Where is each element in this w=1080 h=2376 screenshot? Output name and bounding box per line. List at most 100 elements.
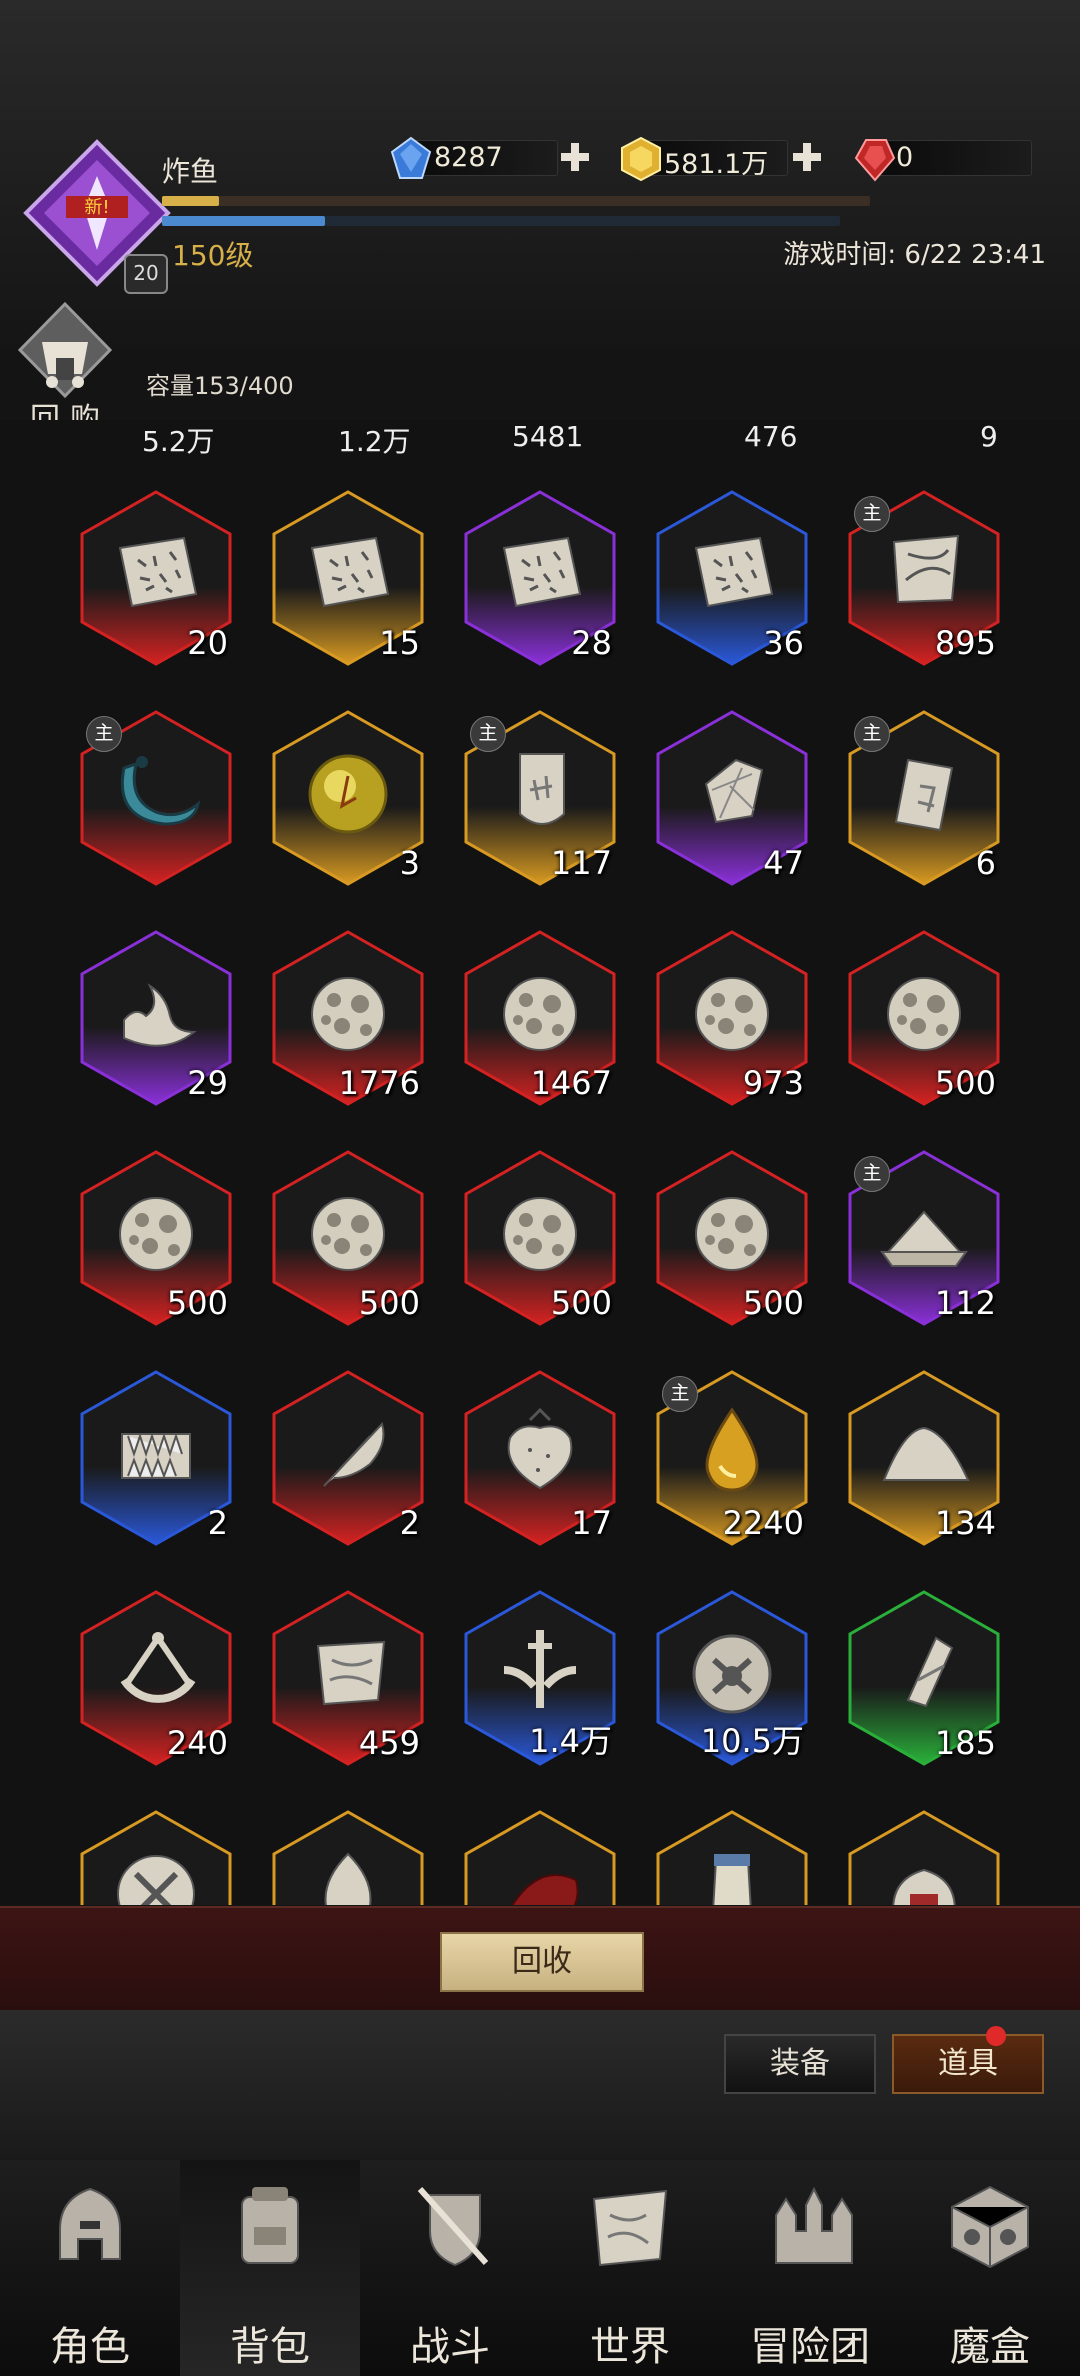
recycle-button[interactable]: 回收	[440, 1932, 644, 1992]
inventory-item[interactable]: 1467	[464, 930, 616, 1106]
inventory-item[interactable]: 15	[272, 490, 424, 666]
nav-label: 世界	[590, 2324, 670, 2370]
add-gold-button[interactable]	[790, 140, 824, 174]
inventory-item[interactable]: 10.5万	[656, 1590, 808, 1766]
inventory-item[interactable]	[464, 1810, 616, 1905]
backpack-icon	[241, 2187, 299, 2264]
item-count: 2	[399, 1504, 420, 1542]
add-blue-gem-button[interactable]	[558, 140, 592, 174]
item-count: 500	[742, 1284, 804, 1322]
inventory-item[interactable]: 185	[848, 1590, 1000, 1766]
item-count: 29	[187, 1064, 228, 1102]
shield-sword-icon	[417, 2187, 489, 2267]
nav-item-helmet[interactable]: 角色	[0, 2160, 180, 2376]
castle-icon	[775, 2186, 853, 2264]
magic-cube-icon	[951, 2185, 1029, 2269]
avatar-level-badge: 20	[124, 254, 168, 294]
inventory-item[interactable]: 47	[656, 710, 808, 886]
inventory-item[interactable]: 459	[272, 1590, 424, 1766]
experience-bar	[162, 196, 870, 206]
inventory-item[interactable]: 主 112	[848, 1150, 1000, 1326]
main-badge: 主	[854, 716, 890, 752]
item-count: 2	[207, 1504, 228, 1542]
gold-coin-icon	[621, 136, 661, 182]
nav-item-shield-sword[interactable]: 战斗	[360, 2160, 540, 2376]
game-time: 游戏时间: 6/22 23:41	[783, 240, 1046, 270]
partial-count: 476	[744, 420, 798, 453]
secondary-bar	[162, 216, 840, 226]
item-count: 17	[571, 1504, 612, 1542]
item-count: 500	[934, 1064, 996, 1102]
player-name: 炸鱼	[162, 155, 219, 188]
inventory-item[interactable]: 主 117	[464, 710, 616, 886]
new-badge: 新!	[84, 197, 109, 218]
capacity-text: 容量153/400	[146, 372, 294, 400]
tab-equipment[interactable]: 装备	[724, 2034, 876, 2094]
inventory-item[interactable]: 主 895	[848, 490, 1000, 666]
item-count: 185	[934, 1724, 996, 1762]
inventory-item[interactable]: 134	[848, 1370, 1000, 1546]
inventory-item[interactable]: 1776	[272, 930, 424, 1106]
currency-red-gem: 0	[852, 136, 1042, 182]
currency-blue-gem: 8287	[388, 136, 598, 180]
inventory-item[interactable]: 2	[272, 1370, 424, 1546]
inventory-item[interactable]: 500	[272, 1150, 424, 1326]
inventory-item[interactable]: 主6	[848, 710, 1000, 886]
main-badge: 主	[662, 1376, 698, 1412]
inventory-item[interactable]: 500	[656, 1150, 808, 1326]
item-count: 134	[934, 1504, 996, 1542]
item-count: 895	[934, 624, 996, 662]
red-cloth-icon	[511, 1874, 579, 1905]
main-badge: 主	[854, 1156, 890, 1192]
inventory-item[interactable]: 500	[464, 1150, 616, 1326]
item-count: 459	[358, 1724, 420, 1762]
nav-item-backpack[interactable]: 背包	[180, 2160, 360, 2376]
item-count: 3	[399, 844, 420, 882]
inventory-item[interactable]: 主	[80, 710, 232, 886]
item-count: 36	[763, 624, 804, 662]
inventory-item[interactable]: 36	[656, 490, 808, 666]
main-badge: 主	[86, 716, 122, 752]
inventory-item[interactable]: 28	[464, 490, 616, 666]
nav-label: 战斗	[410, 2324, 490, 2370]
inventory-item[interactable]	[656, 1810, 808, 1905]
inventory-item[interactable]: 主 2240	[656, 1370, 808, 1546]
tab-items[interactable]: 道具	[892, 2034, 1044, 2094]
nav-item-world-map[interactable]: 世界	[540, 2160, 720, 2376]
inventory-item[interactable]	[80, 1810, 232, 1905]
category-tabs: 装备 道具	[0, 2010, 1080, 2160]
item-count: 47	[763, 844, 804, 882]
item-count: 117	[550, 844, 612, 882]
inventory-item[interactable]: 500	[80, 1150, 232, 1326]
player-level: 150级	[172, 239, 254, 272]
horn-icon	[712, 1854, 752, 1905]
inventory-item[interactable]: 500	[848, 930, 1000, 1106]
inventory-item[interactable]	[848, 1810, 1000, 1905]
item-count: 500	[358, 1284, 420, 1322]
main-badge: 主	[854, 496, 890, 532]
nav-label: 背包	[230, 2324, 310, 2370]
item-count: 20	[187, 624, 228, 662]
item-count: 15	[379, 624, 420, 662]
partial-count: 5.2万	[142, 425, 215, 458]
inventory-item[interactable]: 2	[80, 1370, 232, 1546]
nav-item-magic-cube[interactable]: 魔盒	[900, 2160, 1080, 2376]
blue-gem-icon	[390, 136, 432, 179]
item-count: 1.4万	[529, 1722, 612, 1760]
inventory-item[interactable]: 3	[272, 710, 424, 886]
recycle-bar: 回收	[0, 1906, 1080, 2010]
item-count: 240	[166, 1724, 228, 1762]
inventory-item[interactable]: 240	[80, 1590, 232, 1766]
inventory-item[interactable]: 17	[464, 1370, 616, 1546]
notification-dot	[986, 2026, 1006, 2046]
inventory-item[interactable]: 20	[80, 490, 232, 666]
inventory-item[interactable]	[272, 1810, 424, 1905]
red-gem-value: 0	[896, 142, 914, 173]
inventory-item[interactable]: 29	[80, 930, 232, 1106]
item-count: 28	[571, 624, 612, 662]
crossed-tools-icon	[117, 1855, 195, 1905]
item-count: 973	[742, 1064, 804, 1102]
inventory-item[interactable]: 1.4万	[464, 1590, 616, 1766]
nav-item-castle[interactable]: 冒险团	[720, 2160, 900, 2376]
inventory-item[interactable]: 973	[656, 930, 808, 1106]
